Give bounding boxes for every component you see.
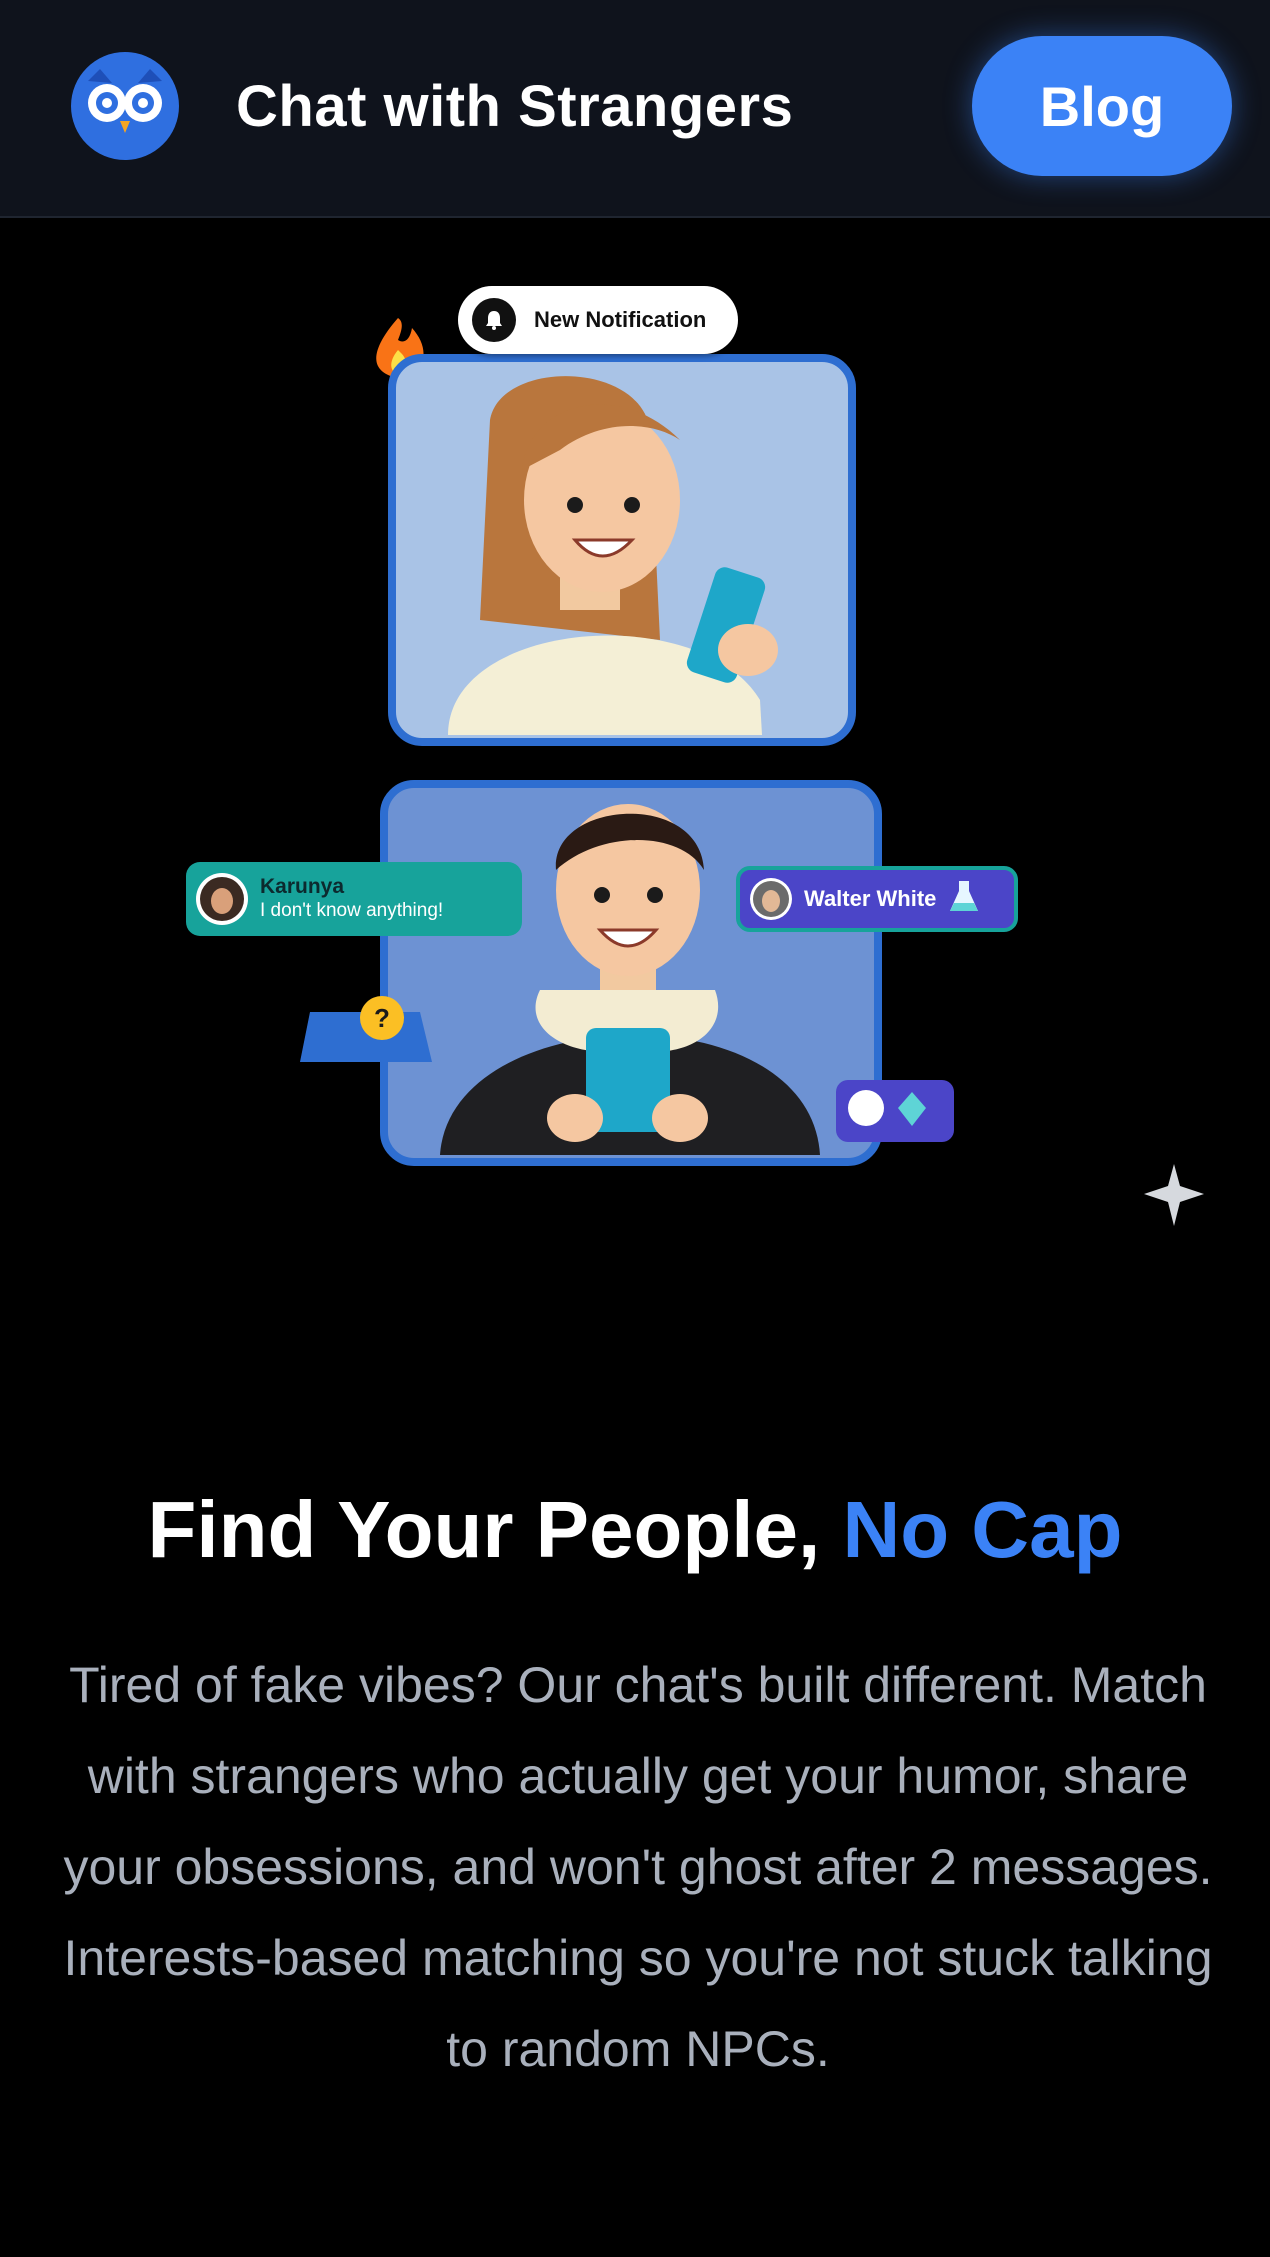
bell-icon [472, 298, 516, 342]
new-notification-pill[interactable]: New Notification [458, 286, 738, 354]
sender-name: Karunya [260, 875, 345, 898]
avatar [750, 878, 792, 920]
sender-name: Walter White [804, 886, 937, 911]
agent-badge-icon [836, 1080, 954, 1142]
karunya-chat-bubble[interactable]: Karunya I don't know anything! [186, 862, 522, 936]
man-video-card [380, 780, 882, 1166]
message-text: I don't know anything! [260, 900, 444, 921]
app-title: Chat with Strangers [236, 74, 794, 139]
blog-button[interactable]: Blog [972, 36, 1232, 176]
owl-logo-icon[interactable] [70, 51, 180, 161]
hero-description: Tired of fake vibes? Our chat's built di… [63, 1657, 1213, 2077]
headline-text: Find Your People, [147, 1485, 843, 1574]
flask-icon [948, 879, 980, 920]
headline-accent-text: No Cap [842, 1485, 1123, 1574]
sparkle-icon [1144, 1164, 1204, 1226]
hero-headline: Find Your People, No Cap [0, 1482, 1270, 1578]
svg-text:?: ? [374, 1003, 390, 1033]
notification-label: New Notification [534, 307, 707, 332]
hero-illustration: ? New Notification Karunya I don't know … [0, 220, 1270, 1250]
avatar [196, 873, 248, 925]
top-navbar: Chat with Strangers Blog [0, 0, 1270, 218]
chat-illustration: ? [300, 318, 1204, 1226]
walter-chat-bubble[interactable]: Walter White [736, 866, 1018, 932]
woman-video-card [388, 354, 856, 746]
